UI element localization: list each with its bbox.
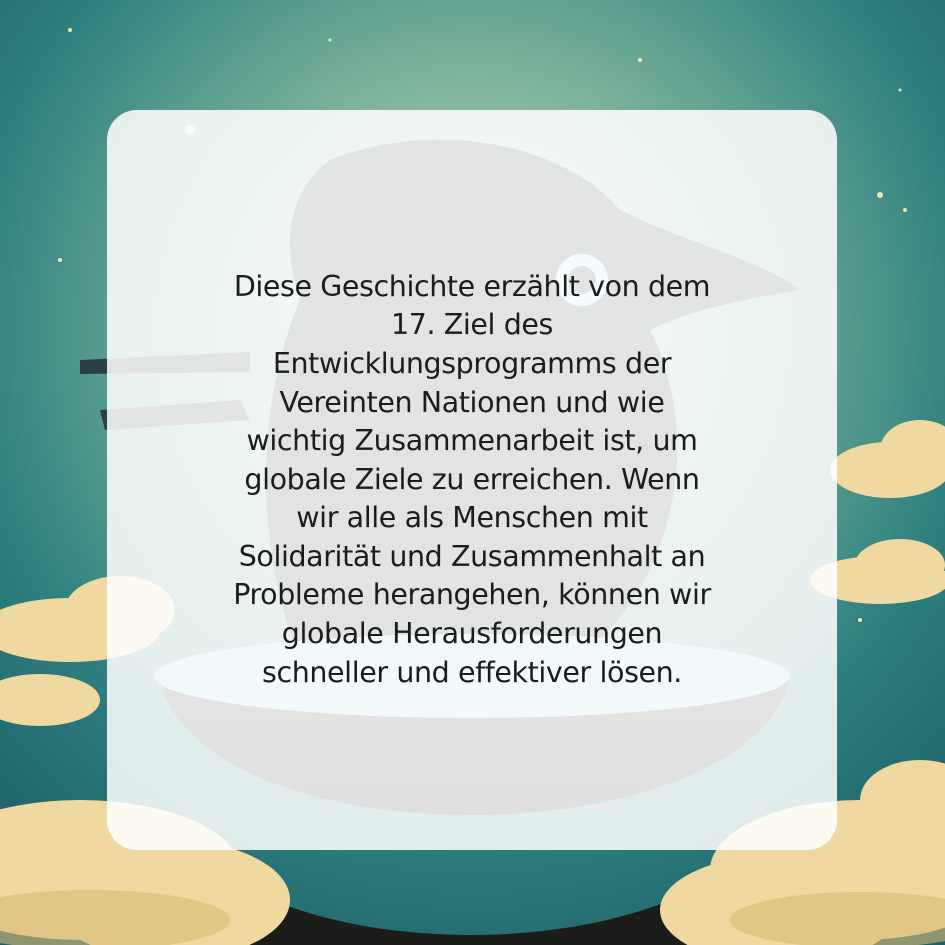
text-card: Diese Geschichte erzählt von dem 17. Zie… xyxy=(107,110,837,850)
story-text: Diese Geschichte erzählt von dem 17. Zie… xyxy=(233,269,711,689)
